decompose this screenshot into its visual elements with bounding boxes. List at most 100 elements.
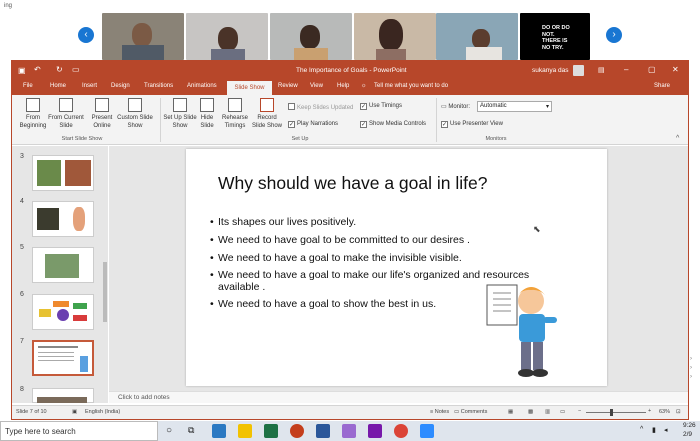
set-up-slide-show-button[interactable]: Set Up Slide Show xyxy=(162,98,198,130)
group-label-set-up: Set Up xyxy=(291,136,309,142)
tell-me-search[interactable]: Tell me what you want to do xyxy=(374,83,448,89)
from-beginning-button[interactable]: From Beginning xyxy=(16,98,50,130)
clock-time[interactable]: 9:26 xyxy=(683,422,696,429)
restore-icon[interactable]: ▢ xyxy=(648,65,656,74)
tray-up-icon[interactable]: ^ xyxy=(640,426,643,433)
onenote-icon[interactable] xyxy=(368,424,382,438)
language-indicator[interactable]: English (India) xyxy=(85,409,120,415)
ribbon-tabs: File Home Insert Design Transitions Anim… xyxy=(12,81,688,95)
spellcheck-icon[interactable]: ▣ xyxy=(72,409,77,415)
slide-counter: Slide 7 of 10 xyxy=(16,409,47,415)
slide-title[interactable]: Why should we have a goal in life? xyxy=(218,173,487,194)
next-participants-button[interactable]: › xyxy=(606,27,622,43)
redo-icon[interactable]: ↻ xyxy=(56,65,63,74)
participant-video-tile[interactable] xyxy=(186,13,268,60)
minimize-icon[interactable]: – xyxy=(624,65,628,74)
present-online-button[interactable]: Present Online xyxy=(88,98,116,130)
participant-video-tile[interactable]: DO OR DO NOT. THERE IS NO TRY. xyxy=(520,13,590,60)
slide-thumbnail[interactable] xyxy=(32,155,94,191)
zoom-in-button[interactable]: + xyxy=(648,408,651,414)
file-explorer-icon[interactable] xyxy=(238,424,252,438)
bullet-item[interactable]: We need to have a goal to make the invis… xyxy=(210,252,548,264)
tab-slide-show[interactable]: Slide Show xyxy=(227,81,272,95)
slide-sorter-icon[interactable]: ▩ xyxy=(528,409,533,415)
slide-thumbnail[interactable] xyxy=(32,247,94,283)
custom-slide-show-button[interactable]: Custom Slide Show xyxy=(116,98,154,130)
autosave-icon[interactable]: ▣ xyxy=(18,66,26,75)
zoom-slider[interactable] xyxy=(586,412,646,413)
hide-slide-button[interactable]: Hide Slide xyxy=(196,98,218,130)
tab-insert[interactable]: Insert xyxy=(82,83,97,89)
current-slide[interactable]: Why should we have a goal in life? Its s… xyxy=(186,149,607,386)
reading-view-icon[interactable]: ▥ xyxy=(545,409,550,415)
fit-slide-icon[interactable]: ⊡ xyxy=(676,409,681,415)
excel-icon[interactable] xyxy=(264,424,278,438)
rehearse-timings-button[interactable]: Rehearse Timings xyxy=(220,98,250,130)
tab-review[interactable]: Review xyxy=(278,83,298,89)
custom-show-icon xyxy=(128,98,142,112)
ribbon-divider xyxy=(160,98,161,142)
paint-icon[interactable] xyxy=(342,424,356,438)
use-presenter-view-checkbox[interactable]: ✓ Use Presenter View xyxy=(441,121,503,128)
tab-home[interactable]: Home xyxy=(50,83,66,89)
show-media-controls-checkbox[interactable]: ✓ Show Media Controls xyxy=(360,121,426,128)
share-button[interactable]: Share xyxy=(654,83,670,89)
previous-participants-button[interactable]: ‹ xyxy=(78,27,94,43)
scrollbar[interactable] xyxy=(103,262,107,322)
participant-video-tile[interactable] xyxy=(354,13,436,60)
participant-video-tile[interactable] xyxy=(102,13,184,60)
use-timings-checkbox[interactable]: ✓ Use Timings xyxy=(360,103,402,110)
keep-slides-updated-checkbox[interactable]: Keep Slides Updated xyxy=(288,103,353,111)
notes-pane[interactable]: Click to add notes xyxy=(109,391,688,403)
record-slide-show-button[interactable]: Record Slide Show xyxy=(250,98,284,130)
zoom-level[interactable]: 63% xyxy=(659,409,670,415)
tab-help[interactable]: Help xyxy=(337,83,349,89)
clock-date[interactable]: 2/9 xyxy=(683,431,692,438)
slide-thumbnail[interactable] xyxy=(32,294,94,330)
play-narrations-checkbox[interactable]: ✓ Play Narrations xyxy=(288,121,338,128)
notes-button[interactable]: ≡ Notes xyxy=(430,409,449,415)
chrome-icon[interactable] xyxy=(394,424,408,438)
zoom-out-button[interactable]: − xyxy=(578,408,581,414)
slide-thumbnail-selected[interactable] xyxy=(32,340,94,376)
powerpoint-window: ▣ ↶ ↻ ▭ The Importance of Goals - PowerP… xyxy=(11,60,689,420)
slide-show-view-icon[interactable]: ▭ xyxy=(560,409,565,415)
cortana-icon[interactable]: ○ xyxy=(166,425,172,436)
monitor-select[interactable]: Automatic ▾ xyxy=(477,101,552,112)
window-title: The Importance of Goals - PowerPoint xyxy=(296,67,407,74)
taskbar-search-input[interactable]: Type here to search xyxy=(0,421,158,441)
tab-view[interactable]: View xyxy=(310,83,323,89)
tab-file[interactable]: File xyxy=(23,83,33,89)
zoom-icon[interactable] xyxy=(420,424,434,438)
slide-thumbnail[interactable] xyxy=(32,388,94,403)
user-name[interactable]: sukanya das xyxy=(532,67,569,74)
word-icon[interactable] xyxy=(316,424,330,438)
slide-thumbnail[interactable] xyxy=(32,201,94,237)
zoom-slider-thumb[interactable] xyxy=(610,409,613,416)
checkmark-icon: ✓ xyxy=(360,103,367,110)
task-view-icon[interactable]: ⧉ xyxy=(188,425,194,436)
avatar[interactable] xyxy=(573,65,584,76)
tab-animations[interactable]: Animations xyxy=(187,83,217,89)
bullet-item[interactable]: Its shapes our lives positively. xyxy=(210,216,548,228)
volume-icon[interactable]: ◂ xyxy=(664,426,668,434)
tab-design[interactable]: Design xyxy=(111,83,130,89)
from-current-slide-button[interactable]: From Current Slide xyxy=(48,98,84,130)
close-icon[interactable]: ✕ xyxy=(672,65,679,74)
powerpoint-taskbar-icon[interactable] xyxy=(290,424,304,438)
participant-video-tile[interactable] xyxy=(436,13,518,60)
normal-view-icon[interactable]: ▦ xyxy=(508,409,513,415)
start-from-beginning-icon[interactable]: ▭ xyxy=(72,65,80,74)
ribbon-display-icon[interactable]: ▤ xyxy=(598,66,605,74)
participant-video-tile[interactable] xyxy=(270,13,352,60)
bullet-item[interactable]: We need to have goal to be committed to … xyxy=(210,234,548,246)
side-chevrons[interactable]: › › › xyxy=(690,355,692,382)
comments-button[interactable]: ▭ Comments xyxy=(454,409,487,415)
undo-icon[interactable]: ↶ xyxy=(34,65,41,74)
record-icon xyxy=(260,98,274,112)
mail-icon[interactable] xyxy=(212,424,226,438)
collapse-ribbon-icon[interactable]: ^ xyxy=(676,135,679,142)
tab-transitions[interactable]: Transitions xyxy=(144,83,173,89)
lightbulb-icon: ☼ xyxy=(361,83,367,89)
network-icon[interactable]: ▮ xyxy=(652,426,656,434)
